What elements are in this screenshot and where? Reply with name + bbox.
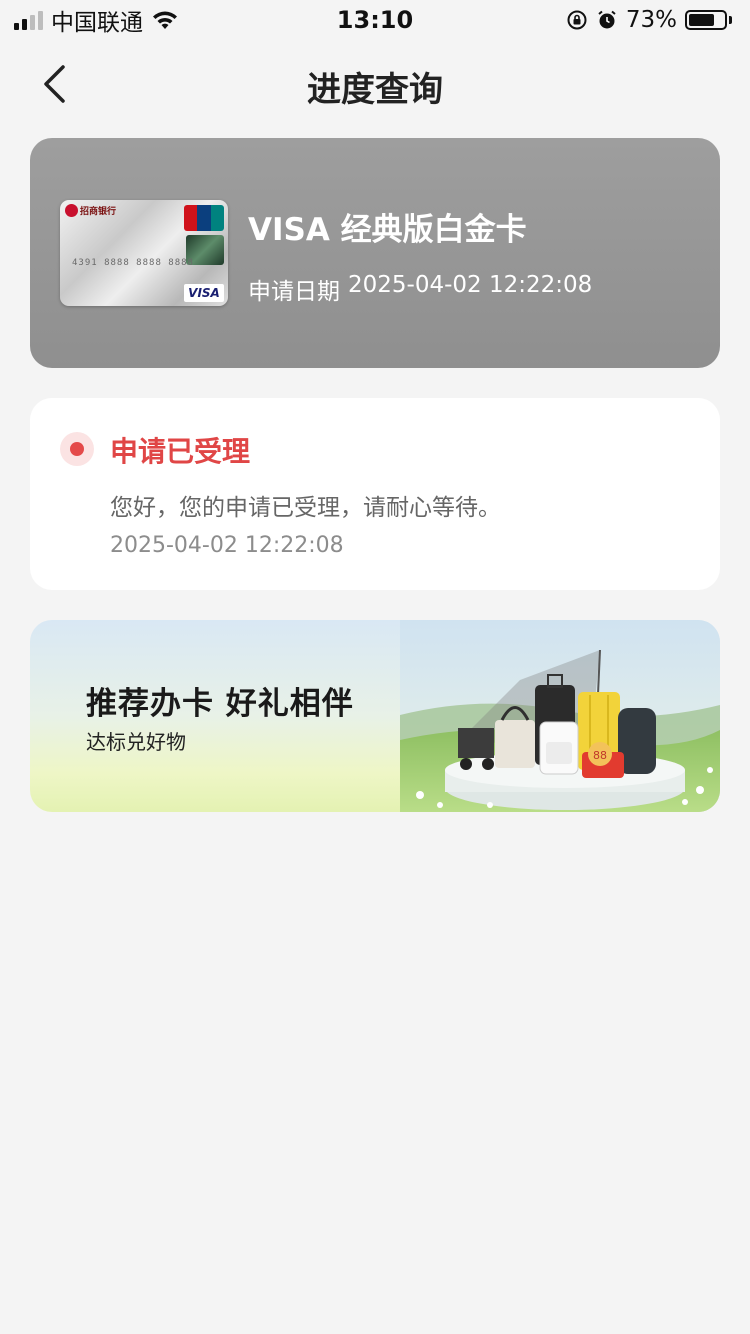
- progress-status-panel: 申请已受理 您好，您的申请已受理，请耐心等待。 2025-04-02 12:22…: [30, 398, 720, 590]
- visa-logo: VISA: [184, 284, 224, 302]
- apply-date: 申请日期 2025-04-02 12:22:08: [248, 272, 592, 306]
- status-bar: 中国联通 13:10 73%: [0, 0, 750, 40]
- wifi-icon: [153, 11, 177, 29]
- card-info-panel: 招商银行 4391 8888 8888 8888 VISA VISA 经典版白金…: [30, 138, 720, 368]
- cmb-logo: 招商银行: [65, 204, 116, 217]
- battery-percent: 73%: [625, 7, 677, 33]
- nav-bar: 进度查询: [0, 40, 750, 128]
- gift-products-illustration: 88: [400, 620, 720, 812]
- status-title: 申请已受理: [110, 435, 251, 468]
- carrier-label: 中国联通: [51, 10, 143, 36]
- gift-badge-number: 88: [593, 749, 607, 762]
- card-number: 4391 8888 8888 8888: [72, 258, 194, 268]
- promo-banner[interactable]: 推荐办卡 好礼相伴 达标兑好物 88: [30, 620, 720, 812]
- status-message: 您好，您的申请已受理，请耐心等待。: [110, 495, 501, 521]
- page-title: 进度查询: [307, 70, 443, 110]
- card-name: VISA 经典版白金卡: [248, 212, 527, 248]
- orientation-lock-icon: [567, 10, 587, 30]
- credit-card-image: 招商银行 4391 8888 8888 8888 VISA: [60, 200, 228, 306]
- banner-title: 推荐办卡 好礼相伴: [86, 686, 354, 722]
- alarm-icon: [598, 10, 616, 29]
- apply-date-label: 申请日期: [248, 279, 340, 305]
- apply-date-value: 2025-04-02 12:22:08: [348, 272, 593, 298]
- unionpay-logo: [184, 205, 224, 231]
- battery-icon: [685, 10, 732, 30]
- banner-subtitle: 达标兑好物: [86, 730, 186, 754]
- cellular-signal-icon: [14, 10, 43, 30]
- status-time: 2025-04-02 12:22:08: [110, 533, 344, 558]
- status-dot-icon: [60, 432, 94, 466]
